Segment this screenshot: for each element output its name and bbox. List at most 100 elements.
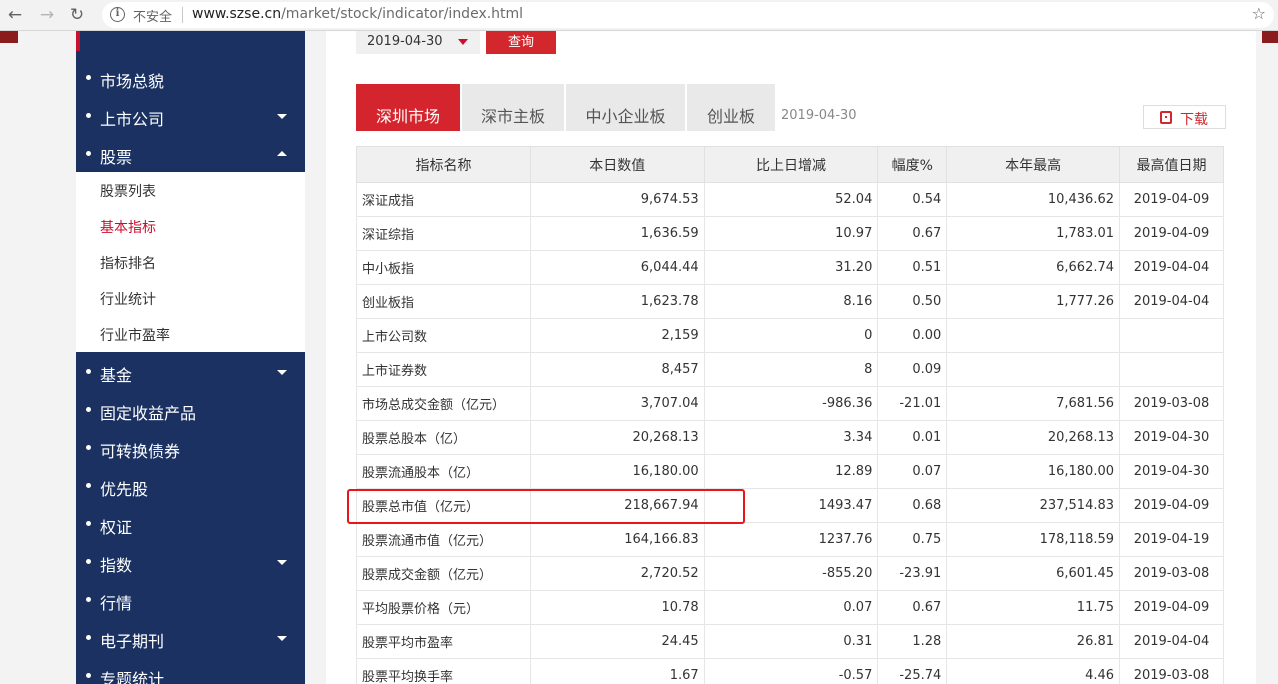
url-text[interactable]: www.szse.cn/market/stock/indicator/index… bbox=[192, 6, 523, 22]
table-cell: 0.67 bbox=[877, 590, 948, 625]
date-select[interactable]: 2019-04-30 bbox=[356, 31, 480, 54]
sub-menu-item[interactable]: 指标排名 bbox=[100, 253, 156, 273]
table-cell: 1,777.26 bbox=[946, 284, 1121, 319]
arrow-right-icon[interactable]: → bbox=[36, 4, 58, 26]
bullet-icon bbox=[86, 75, 91, 80]
sidebar-item-bottom-3[interactable]: 优先股 bbox=[76, 467, 305, 505]
table-cell: 164,166.83 bbox=[529, 522, 705, 557]
table-row: 上市公司数 2,159 0 0.00 bbox=[356, 318, 1224, 353]
sidebar-item-bottom-8[interactable]: 专题统计 bbox=[76, 657, 305, 684]
sidebar-item-bottom-7[interactable]: 电子期刊 bbox=[76, 619, 305, 657]
sub-menu-item[interactable]: 行业统计 bbox=[100, 289, 156, 309]
arrow-left-icon[interactable]: ← bbox=[4, 4, 26, 26]
table-cell: 0.68 bbox=[877, 488, 948, 523]
star-icon[interactable]: ☆ bbox=[1252, 4, 1266, 23]
column-header[interactable]: 幅度% bbox=[877, 146, 948, 183]
sidebar-item-bottom-0[interactable]: 基金 bbox=[76, 353, 305, 391]
sidebar-item-bottom-5[interactable]: 指数 bbox=[76, 543, 305, 581]
sidebar-item-label: 权证 bbox=[100, 518, 133, 537]
column-header[interactable]: 指标名称 bbox=[356, 146, 531, 183]
column-header[interactable]: 本日数值 bbox=[529, 146, 705, 183]
table-cell: 6,044.44 bbox=[529, 250, 705, 285]
column-header[interactable]: 最高值日期 bbox=[1119, 146, 1224, 183]
table-cell: 1,636.59 bbox=[529, 216, 705, 251]
sidebar-item-label: 可转换债券 bbox=[100, 442, 181, 461]
table-cell: 11.75 bbox=[946, 590, 1121, 625]
tab-shenzhen-market[interactable]: 深圳市场 bbox=[356, 84, 460, 131]
table-cell bbox=[1119, 318, 1224, 353]
sub-menu-item[interactable]: 行业市盈率 bbox=[100, 325, 170, 345]
query-button[interactable]: 查询 bbox=[486, 31, 556, 54]
table-cell: 1,623.78 bbox=[529, 284, 705, 319]
table-cell: 6,601.45 bbox=[946, 556, 1121, 591]
table-cell: -21.01 bbox=[877, 386, 948, 421]
table-row: 平均股票价格（元） 10.78 0.07 0.67 11.75 2019-04-09 bbox=[356, 590, 1224, 625]
info-icon[interactable]: i bbox=[110, 7, 125, 22]
indicator-table: 指标名称 本日数值 比上日增减 幅度% 本年最高 最高值日期 深证成指 9,674.53 52… bbox=[356, 146, 1224, 684]
table-cell: -23.91 bbox=[877, 556, 948, 591]
table-cell: -855.20 bbox=[703, 556, 879, 591]
url-path: /market/stock/indicator/index.html bbox=[281, 6, 524, 22]
sidebar-item-bottom-1[interactable]: 固定收益产品 bbox=[76, 391, 305, 429]
table-cell: 2019-04-30 bbox=[1119, 420, 1224, 455]
sub-menu-item[interactable]: 股票列表 bbox=[100, 181, 156, 201]
triangle-down-icon bbox=[458, 39, 468, 45]
table-cell: 平均股票价格（元） bbox=[356, 590, 531, 625]
table-cell: 31.20 bbox=[703, 250, 879, 285]
sub-menu-item[interactable]: 基本指标 bbox=[100, 217, 156, 237]
table-cell: 24.45 bbox=[529, 624, 705, 659]
sidebar-item-label: 优先股 bbox=[100, 480, 149, 499]
sidebar-item-label: 指数 bbox=[100, 556, 133, 575]
sidebar-item-bottom-6[interactable]: 行情 bbox=[76, 581, 305, 619]
security-label[interactable]: 不安全 bbox=[133, 6, 172, 25]
reload-icon[interactable]: ↻ bbox=[66, 4, 88, 26]
sidebar-item-label: 电子期刊 bbox=[100, 632, 165, 651]
table-cell: 16,180.00 bbox=[529, 454, 705, 489]
table-cell: -25.74 bbox=[877, 658, 948, 684]
table-cell: 0.00 bbox=[877, 318, 948, 353]
table-row: 股票流通股本（亿） 16,180.00 12.89 0.07 16,180.00 2019… bbox=[356, 454, 1224, 489]
table-row: 股票平均换手率 1.67 -0.57 -25.74 4.46 2019-03-08 bbox=[356, 658, 1224, 684]
table-row: 股票平均市盈率 24.45 0.31 1.28 26.81 2019-04-04 bbox=[356, 624, 1224, 659]
sidebar-item-top-2[interactable]: 股票 bbox=[76, 135, 305, 173]
sidebar-header bbox=[76, 31, 305, 51]
table-cell: 6,662.74 bbox=[946, 250, 1121, 285]
table-row: 股票成交金额（亿元） 2,720.52 -855.20 -23.91 6,601.45 2… bbox=[356, 556, 1224, 591]
table-cell: 0 bbox=[703, 318, 879, 353]
bullet-icon bbox=[86, 521, 91, 526]
sidebar-item-label: 上市公司 bbox=[100, 110, 165, 129]
table-cell bbox=[946, 318, 1121, 353]
tab-main-board[interactable]: 深市主板 bbox=[462, 84, 564, 131]
tab-sme-board[interactable]: 中小企业板 bbox=[566, 84, 685, 131]
table-cell: 股票平均换手率 bbox=[356, 658, 531, 684]
tab-chinext[interactable]: 创业板 bbox=[687, 84, 775, 131]
table-cell: 8 bbox=[703, 352, 879, 387]
table-cell: 股票总股本（亿） bbox=[356, 420, 531, 455]
table-cell: 深证成指 bbox=[356, 182, 531, 217]
table-cell: 0.07 bbox=[877, 454, 948, 489]
table-row: 股票总市值（亿元） 218,667.94 1493.47 0.68 237,514.83… bbox=[356, 488, 1224, 523]
column-header[interactable]: 本年最高 bbox=[946, 146, 1121, 183]
bullet-icon bbox=[86, 483, 91, 488]
column-header[interactable]: 比上日增减 bbox=[703, 146, 879, 183]
table-cell: 0.07 bbox=[703, 590, 879, 625]
sidebar-item-top-1[interactable]: 上市公司 bbox=[76, 97, 305, 135]
table-cell: 2,720.52 bbox=[529, 556, 705, 591]
table-cell: 2019-04-19 bbox=[1119, 522, 1224, 557]
sidebar-item-bottom-2[interactable]: 可转换债券 bbox=[76, 429, 305, 467]
table-cell: 1.67 bbox=[529, 658, 705, 684]
tab-label: 深市主板 bbox=[480, 107, 545, 126]
table-cell: 0.75 bbox=[877, 522, 948, 557]
table-cell: 2019-04-04 bbox=[1119, 250, 1224, 285]
address-bar[interactable]: i 不安全 www.szse.cn/market/stock/indicator… bbox=[102, 2, 1274, 28]
download-button[interactable]: 下载 bbox=[1143, 105, 1226, 129]
table-row: 上市证券数 8,457 8 0.09 bbox=[356, 352, 1224, 387]
table-cell: 52.04 bbox=[703, 182, 879, 217]
table-cell: 2019-04-04 bbox=[1119, 624, 1224, 659]
table-cell: -986.36 bbox=[703, 386, 879, 421]
sidebar-item-bottom-4[interactable]: 权证 bbox=[76, 505, 305, 543]
excel-icon bbox=[1160, 111, 1172, 124]
table-cell: 0.54 bbox=[877, 182, 948, 217]
sidebar-item-top-0[interactable]: 市场总貌 bbox=[76, 59, 305, 97]
table-cell: 创业板指 bbox=[356, 284, 531, 319]
